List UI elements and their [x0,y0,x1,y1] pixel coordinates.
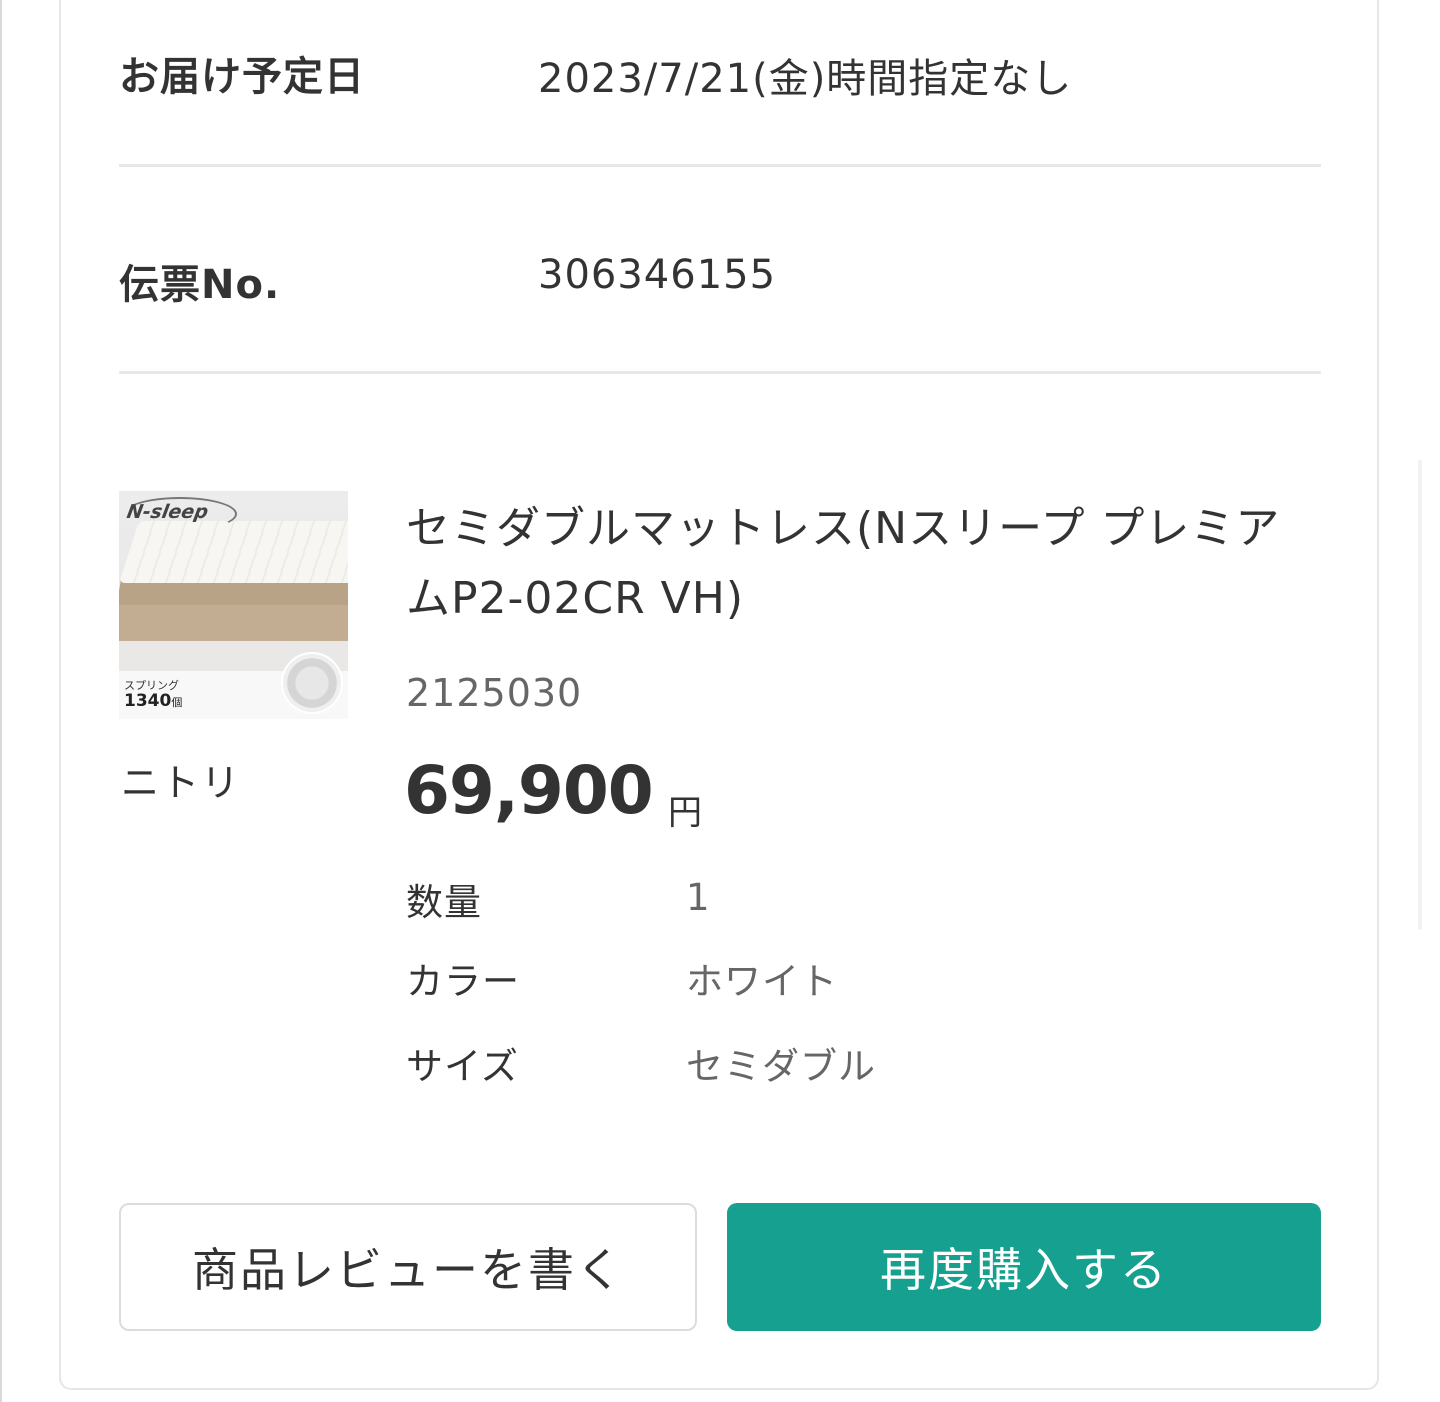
divider [119,164,1321,167]
delivery-date-row: お届け予定日 2023/7/21(金)時間指定なし [119,44,1321,104]
divider [119,371,1321,374]
n-sleep-logo: N-sleep [125,501,210,523]
spec-size-label: サイズ [406,1045,519,1088]
spec-quantity-label: 数量 [406,881,482,924]
slip-number-row: 伝票No. 306346155 [119,252,1321,312]
product-price: 69,900 [404,752,654,829]
spring-closeup-icon [281,652,343,714]
spring-count-unit: 個 [171,696,183,709]
spec-color-label: カラー [406,960,520,1003]
write-review-label: 商品レビューを書く [192,1243,624,1297]
spring-count-number: 1340 [124,691,172,711]
spec-quantity-value: 1 [686,876,711,919]
spec-color-value: ホワイト [686,960,838,1003]
write-review-button[interactable]: 商品レビューを書く [119,1203,697,1331]
rebuy-label: 再度購入する [880,1243,1168,1297]
slip-number-value: 306346155 [538,252,777,298]
brand-name: ニトリ [121,761,242,805]
product-code: 2125030 [406,671,583,715]
image-mattress-top [119,521,348,583]
scrollbar[interactable] [1418,460,1422,930]
product-title[interactable]: セミダブルマットレス(Nスリープ プレミアムP2-02CR VH) [406,494,1296,634]
slip-number-label: 伝票No. [119,262,281,308]
delivery-date-label: お届け予定日 [119,54,365,100]
spec-size-value: セミダブル [686,1045,876,1088]
price-currency: 円 [668,793,702,833]
image-mattress-base [119,603,348,641]
product-image[interactable]: N-sleep スプリング 1340個 [119,491,348,719]
page-edge [0,0,2,1402]
delivery-date-value: 2023/7/21(金)時間指定なし [538,56,1073,102]
rebuy-button[interactable]: 再度購入する [727,1203,1321,1331]
image-spring-count: 1340個 [124,691,182,711]
